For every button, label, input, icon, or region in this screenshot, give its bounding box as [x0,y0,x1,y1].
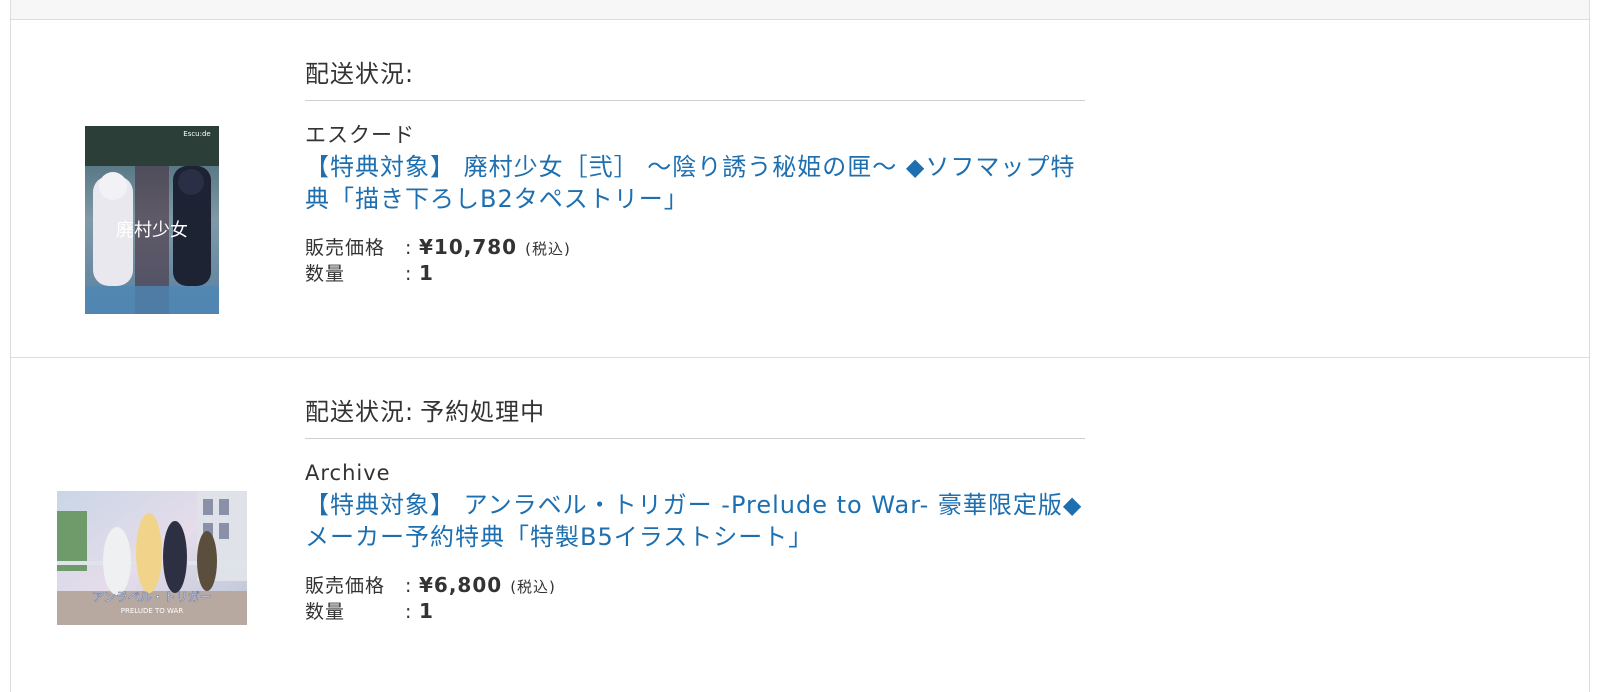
previous-section-footer [11,0,1589,20]
maker-name: Archive [305,461,391,485]
shipping-status-label: 配送状況: [305,398,415,426]
price-colon: : [405,237,413,259]
price-row: 販売価格: ¥10,780 (税込) [305,235,1085,261]
quantity-value: 1 [419,599,434,623]
order-item-details: 配送状況: エスクード 【特典対象】 廃村少女［弐］ ～陰り誘う秘姫の匣～ ◆ソ… [305,54,1085,286]
price-label: 販売価格 [305,575,386,597]
svg-text:廃村少女: 廃村少女 [116,220,188,241]
svg-text:アンラベル・トリガー: アンラベル・トリガー [92,590,212,604]
price-value: ¥6,800 [419,573,503,597]
shipping-status: 配送状況: [305,54,1085,101]
quantity-colon: : [405,601,413,623]
shipping-status-value: 予約処理中 [420,398,546,426]
svg-text:Escu:de: Escu:de [183,130,210,138]
quantity-row: 数量:1 [305,261,1085,286]
product-cover-image: アンラベル・トリガー PRELUDE TO WAR [57,491,247,625]
order-item-details: 配送状況: 予約処理中 Archive 【特典対象】 アンラベル・トリガー -Pr… [305,392,1085,624]
order-history-page: 廃村少女 Escu:de 配送状況: エスクード 【特典対象】 廃村少女［弐］ … [0,0,1612,692]
tax-note: (税込) [525,240,571,258]
product-thumbnail[interactable]: アンラベル・トリガー PRELUDE TO WAR [57,491,247,625]
quantity-value: 1 [419,261,434,285]
price-colon: : [405,575,413,597]
product-cover-image: 廃村少女 Escu:de [85,126,219,314]
quantity-colon: : [405,263,413,285]
product-thumbnail[interactable]: 廃村少女 Escu:de [85,126,219,314]
quantity-label: 数量 [305,263,346,285]
tax-note: (税込) [510,578,556,596]
price-row: 販売価格: ¥6,800 (税込) [305,573,1085,599]
order-item: 廃村少女 Escu:de 配送状況: エスクード 【特典対象】 廃村少女［弐］ … [11,20,1589,358]
order-list-panel: 廃村少女 Escu:de 配送状況: エスクード 【特典対象】 廃村少女［弐］ … [10,0,1590,692]
order-item: アンラベル・トリガー PRELUDE TO WAR 配送状況: 予約処理中 Arc… [11,359,1589,692]
maker-name: エスクード [305,123,415,147]
price-label: 販売価格 [305,237,386,259]
svg-text:PRELUDE TO WAR: PRELUDE TO WAR [121,607,184,615]
quantity-label: 数量 [305,601,346,623]
shipping-status-label: 配送状況: [305,60,415,88]
product-title-link[interactable]: 【特典対象】 廃村少女［弐］ ～陰り誘う秘姫の匣～ ◆ソフマップ特典「描き下ろし… [305,151,1085,215]
shipping-status: 配送状況: 予約処理中 [305,392,1085,439]
quantity-row: 数量:1 [305,599,1085,624]
price-value: ¥10,780 [419,235,518,259]
product-title-link[interactable]: 【特典対象】 アンラベル・トリガー -Prelude to War- 豪華限定版… [305,489,1085,553]
